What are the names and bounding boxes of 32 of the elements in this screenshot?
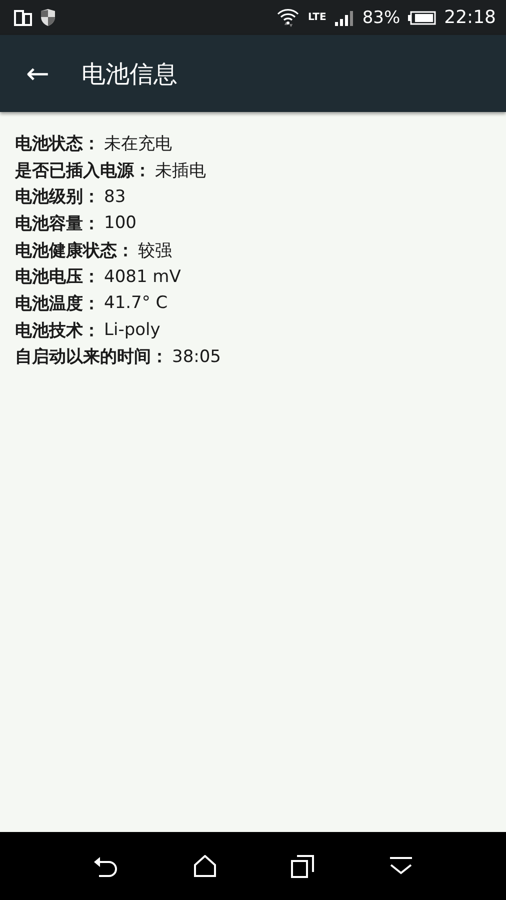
back-button[interactable]: ← xyxy=(26,60,50,88)
shield-icon xyxy=(40,8,56,27)
info-value: 未插电 xyxy=(155,160,206,182)
page-title: 电池信息 xyxy=(81,58,178,90)
info-value: 4081 mV xyxy=(104,266,181,287)
info-label: 电池级别： xyxy=(15,186,100,208)
hide-keyboard-icon[interactable] xyxy=(389,856,413,876)
recent-apps-icon[interactable] xyxy=(291,854,315,878)
signal-icon xyxy=(334,10,354,26)
network-label: LTE xyxy=(308,12,326,22)
info-label: 电池容量： xyxy=(15,212,100,235)
info-label: 电池技术： xyxy=(15,320,100,342)
info-value: 41.7° C xyxy=(104,293,168,314)
battery-icon xyxy=(408,10,436,24)
back-icon[interactable] xyxy=(93,855,119,877)
wifi-icon xyxy=(276,6,300,28)
info-value: Li-poly xyxy=(104,320,160,340)
info-value: 38:05 xyxy=(172,346,221,367)
info-value: 100 xyxy=(104,213,136,234)
info-value: 未在充电 xyxy=(104,132,172,155)
info-label: 是否已插入电源： xyxy=(15,160,151,182)
info-label: 电池温度： xyxy=(15,292,100,315)
info-value: 83 xyxy=(104,186,126,207)
home-icon[interactable] xyxy=(193,855,217,877)
info-label: 电池状态： xyxy=(15,132,100,155)
info-label: 电池电压： xyxy=(15,266,100,288)
clock: 22:18 xyxy=(444,7,496,28)
info-label: 电池健康状态： xyxy=(15,240,134,262)
battery-percent: 83% xyxy=(362,8,400,28)
info-value: 较强 xyxy=(138,240,172,262)
info-label: 自启动以来的时间： xyxy=(15,346,168,368)
phone-icon xyxy=(14,10,32,26)
